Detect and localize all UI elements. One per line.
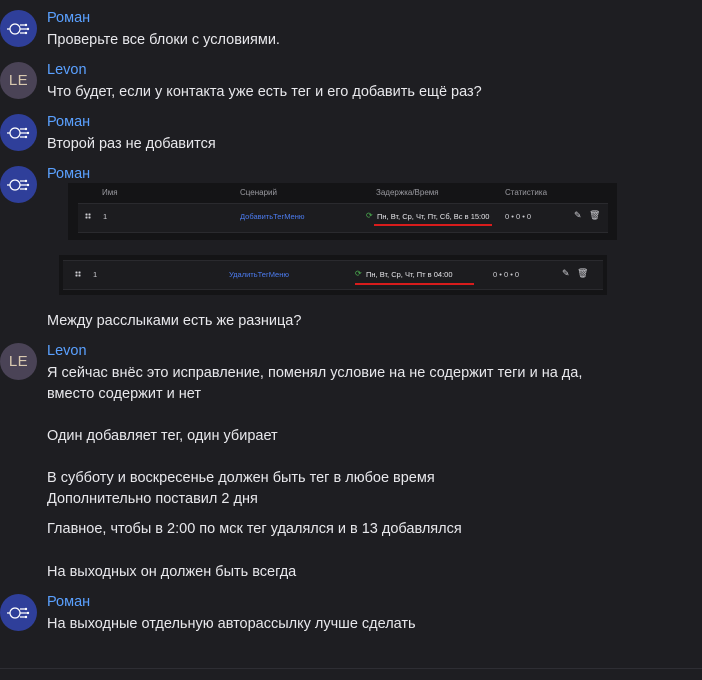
edit-icon[interactable]: ✎ [562,268,570,279]
message-text: Что будет, если у контакта уже есть тег … [47,84,482,100]
repeat-icon: ⟳ [366,211,373,220]
attached-image[interactable]: 1 УдалитьТегМеню ⟳ Пн, Вт, Ср, Чт, Пт в … [59,255,607,295]
trash-icon[interactable]: 🗑 [577,268,588,279]
user-avatar[interactable]: LE [0,343,37,380]
schedule-time: Пн, Вт, Ср, Чт, Пт в 04:00 [366,270,453,279]
red-underline [355,283,474,285]
robot-icon [6,178,29,191]
robot-icon [6,126,29,139]
message-text: На выходные отдельную авторассылку лучше… [47,616,416,632]
bot-avatar[interactable] [0,166,37,203]
author-name[interactable]: Levon [47,62,87,78]
stats-value: 0 • 0 • 0 [493,270,520,279]
robot-icon [6,606,29,619]
message-text: Между расслыками есть же разница? [47,313,302,329]
author-name[interactable]: Роман [47,10,90,26]
stats-value: 0 • 0 • 0 [505,212,532,221]
schedule-time: Пн, Вт, Ср, Чт, Пт, Сб, Вс в 15:00 [377,212,490,221]
drag-handle-icon[interactable] [75,271,81,277]
message-text: Я сейчас внёс это исправление, поменял у… [47,365,583,507]
message-text: Проверьте все блоки с условиями. [47,32,280,48]
column-header: Имя [102,188,118,197]
message-text: Главное, чтобы в 2:00 по мск тег удалялс… [47,521,462,537]
bot-avatar[interactable] [0,114,37,151]
drag-handle-icon[interactable] [85,213,91,219]
message-text: На выходных он должен быть всегда [47,564,297,580]
edit-icon[interactable]: ✎ [574,210,582,221]
scenario-link[interactable]: ДобавитьТегМеню [240,212,304,221]
red-underline [374,224,492,226]
robot-icon [6,22,29,35]
divider [0,668,702,669]
author-name[interactable]: Роман [47,114,90,130]
trash-icon[interactable]: 🗑 [589,210,600,221]
column-header: Статистика [505,188,548,197]
bot-avatar[interactable] [0,594,37,631]
repeat-icon: ⟳ [355,269,362,278]
attached-image[interactable]: Имя Сценарий Задержка/Время Статистика 1… [68,183,617,240]
row-number: 1 [93,270,98,279]
author-name[interactable]: Levon [47,343,87,359]
author-name[interactable]: Роман [47,594,90,610]
row-number: 1 [103,212,108,221]
user-avatar[interactable]: LE [0,62,37,99]
message-text: Второй раз не добавится [47,136,216,152]
scenario-link[interactable]: УдалитьТегМеню [229,270,289,279]
author-name[interactable]: Роман [47,166,90,182]
table-row [63,260,603,290]
column-header: Сценарий [240,188,277,197]
bot-avatar[interactable] [0,10,37,47]
column-header: Задержка/Время [376,188,439,197]
